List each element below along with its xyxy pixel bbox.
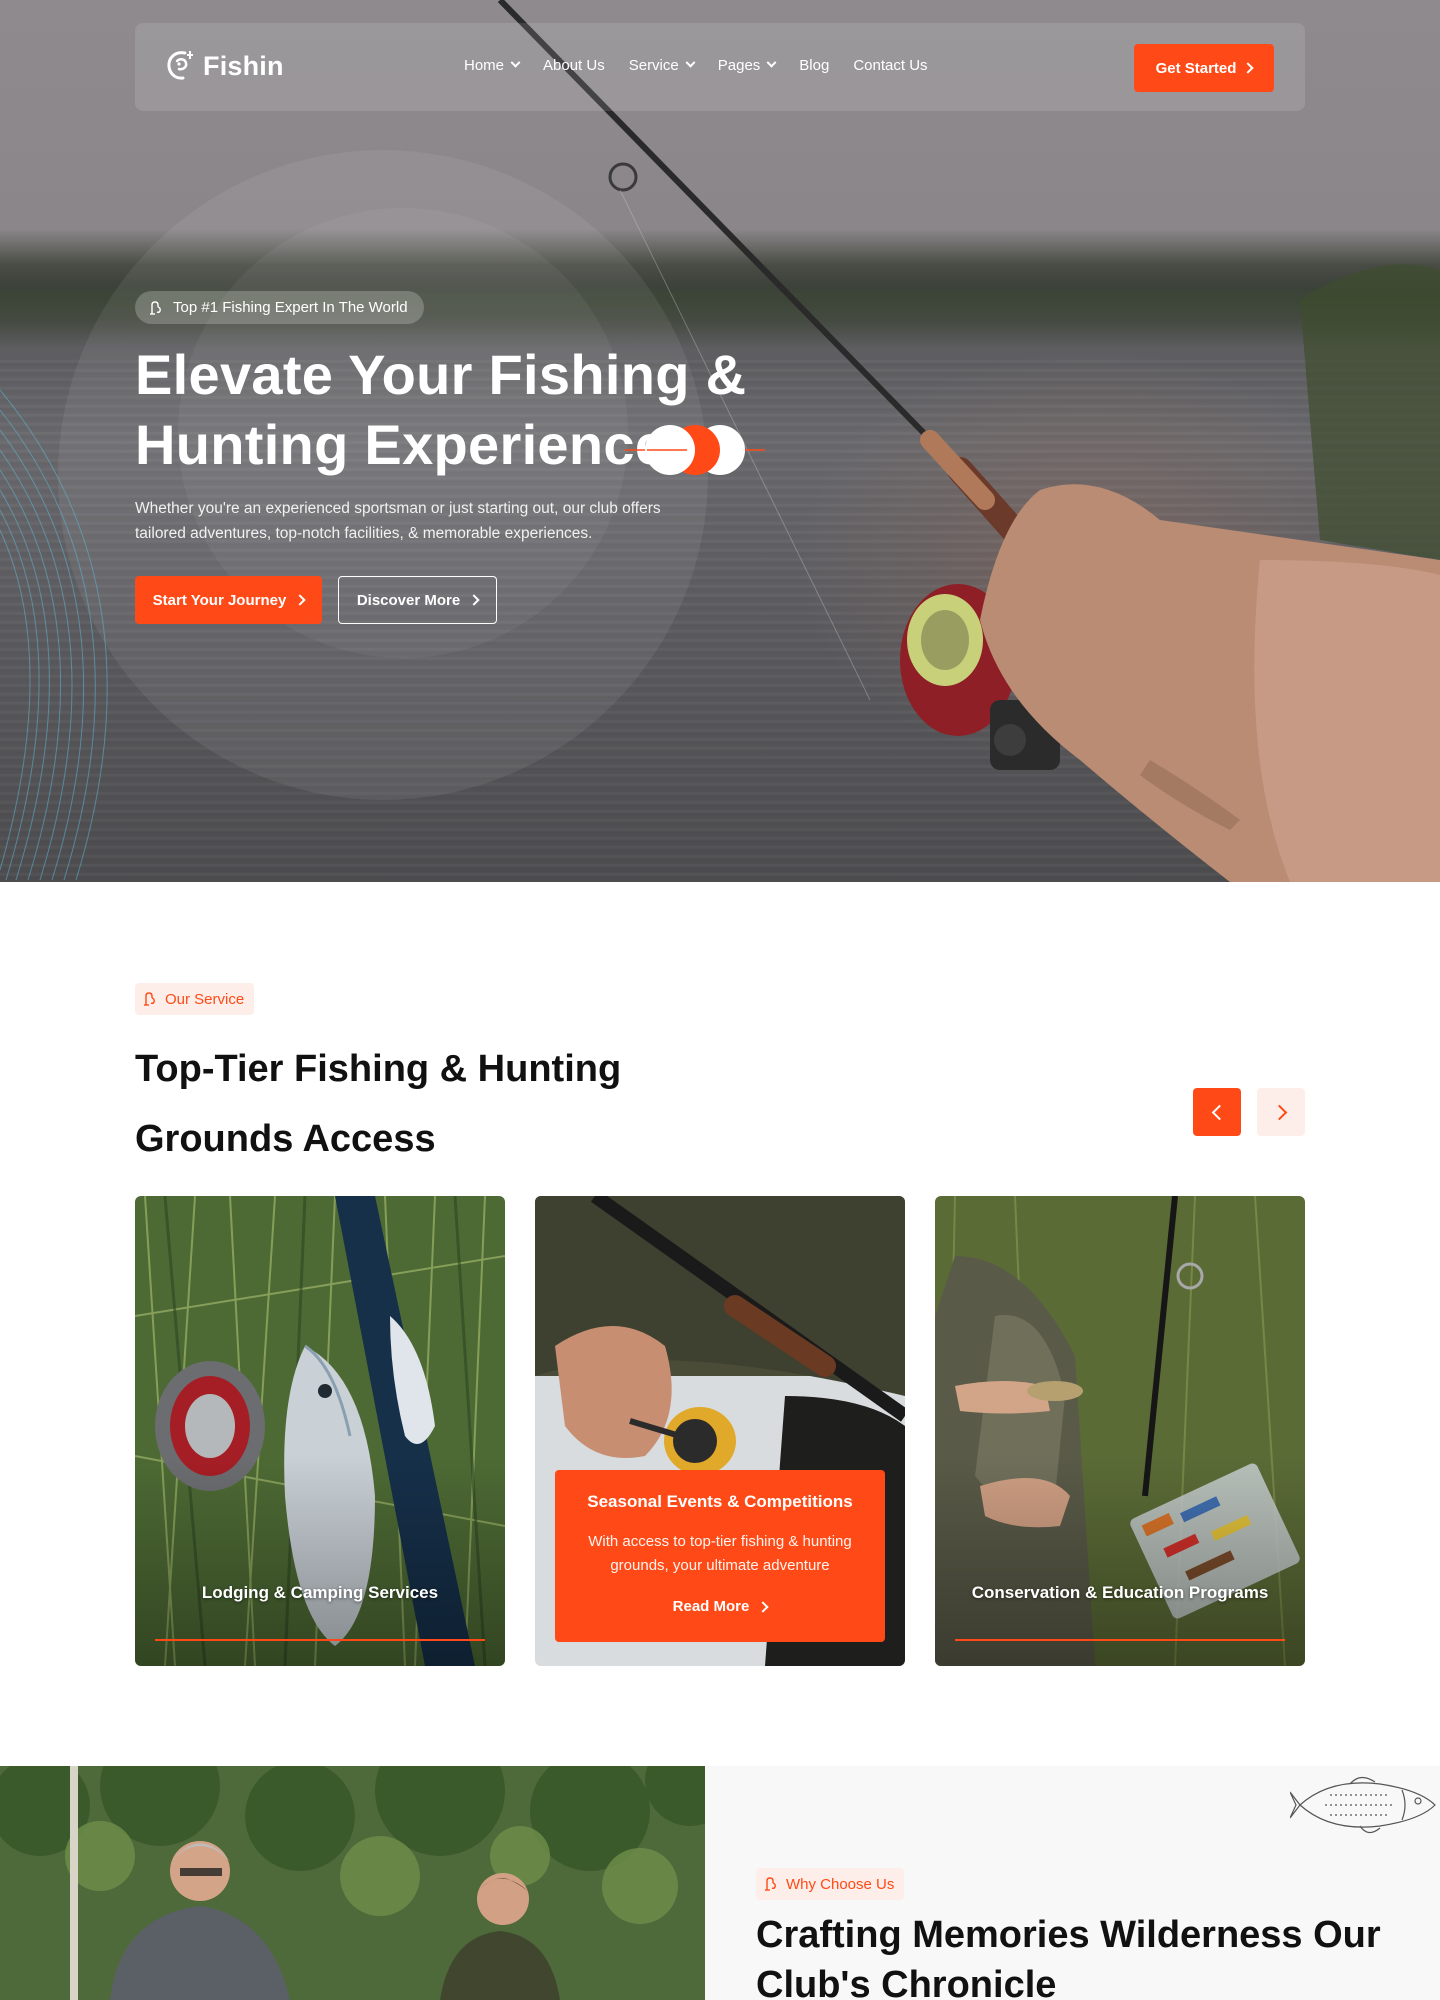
read-more-label: Read More	[672, 1598, 750, 1615]
nav-item-home[interactable]: Home	[464, 57, 521, 74]
chevron-down-icon	[510, 57, 521, 68]
hero-title-line-1: Elevate Your Fishing &	[135, 343, 747, 406]
chevron-right-icon	[294, 594, 306, 606]
float-dots-decoration	[625, 425, 765, 475]
chevron-right-icon	[1271, 1104, 1287, 1120]
card-accent-line	[155, 1639, 485, 1641]
nav-label: Blog	[799, 57, 830, 74]
logo-text: Fishin	[203, 50, 284, 81]
start-journey-label: Start Your Journey	[152, 591, 287, 609]
get-started-label: Get Started	[1155, 59, 1237, 77]
main-navbar: Fishin Home About Us Service Pages Blog …	[135, 23, 1305, 111]
read-more-link[interactable]: Read More	[555, 1598, 885, 1615]
why-choose-badge: Why Choose Us	[756, 1868, 905, 1900]
service-card-title: Seasonal Events & Competitions	[587, 1492, 853, 1511]
services-title: Top-Tier Fishing & Hunting Grounds Acces…	[135, 1034, 695, 1174]
anglers-in-forest-image	[0, 1766, 705, 2000]
fishing-rod-icon	[144, 992, 155, 1006]
chevron-right-icon	[1242, 62, 1255, 74]
nav-item-service[interactable]: Service	[628, 57, 696, 74]
fish-sketch-illustration	[1290, 1776, 1436, 1834]
services-title-line-1: Top-Tier Fishing & Hunting	[135, 1048, 622, 1090]
nav-label: Contact Us	[853, 57, 928, 74]
nav-label: About Us	[543, 57, 605, 74]
why-choose-photo	[0, 1766, 705, 2000]
nav-label: Service	[628, 57, 679, 74]
discover-more-button[interactable]: Discover More	[338, 576, 497, 624]
nav-label: Pages	[717, 57, 761, 74]
hero-badge: Top #1 Fishing Expert In The World	[135, 291, 424, 324]
start-journey-button[interactable]: Start Your Journey	[135, 576, 322, 624]
nav-item-blog[interactable]: Blog	[799, 57, 829, 74]
service-card-title: Conservation & Education Programs	[971, 1583, 1269, 1602]
nav-label: Home	[464, 57, 505, 74]
hero-section: Fishin Home About Us Service Pages Blog …	[0, 0, 1440, 882]
nav-item-contact-us[interactable]: Contact Us	[853, 57, 927, 74]
service-card-lodging[interactable]: Lodging & Camping Services	[135, 1196, 505, 1666]
nav-item-pages[interactable]: Pages	[717, 57, 777, 74]
site-logo[interactable]: Fishin	[165, 49, 284, 83]
chevron-right-icon	[757, 1600, 770, 1613]
services-badge-text: Our Service	[165, 990, 245, 1008]
chevron-down-icon	[766, 57, 777, 68]
chevron-down-icon	[685, 57, 696, 68]
hero-description: Whether you're an experienced sportsman …	[135, 500, 661, 542]
services-badge: Our Service	[135, 983, 255, 1015]
service-card-overlay: Seasonal Events & Competitions With acce…	[555, 1470, 885, 1642]
service-card-description: With access to top-tier fishing & huntin…	[588, 1533, 852, 1574]
discover-more-label: Discover More	[356, 591, 461, 609]
fishing-rod-icon	[150, 300, 161, 315]
get-started-button[interactable]: Get Started	[1134, 44, 1274, 92]
service-card-conservation[interactable]: Conservation & Education Programs	[935, 1196, 1305, 1666]
card-accent-line	[955, 1639, 1285, 1641]
chevron-right-icon	[468, 594, 480, 606]
fish-hook-logo-icon	[167, 51, 193, 80]
nav-menu: Home About Us Service Pages Blog Contact…	[464, 57, 928, 74]
slider-prev-button[interactable]	[1193, 1088, 1241, 1136]
fishing-rod-icon	[765, 1877, 776, 1891]
hero-badge-text: Top #1 Fishing Expert In The World	[173, 299, 408, 316]
why-choose-badge-text: Why Choose Us	[786, 1875, 895, 1893]
why-choose-title: Crafting Memories Wilderness Our Club's …	[756, 1914, 1381, 2000]
service-card-seasonal-events[interactable]: Seasonal Events & Competitions With acce…	[535, 1196, 905, 1666]
services-title-line-2: Grounds Access	[135, 1118, 436, 1160]
service-card-title: Lodging & Camping Services	[201, 1583, 439, 1602]
nav-item-about-us[interactable]: About Us	[543, 57, 605, 74]
slider-next-button[interactable]	[1257, 1088, 1305, 1136]
chevron-left-icon	[1211, 1104, 1227, 1120]
